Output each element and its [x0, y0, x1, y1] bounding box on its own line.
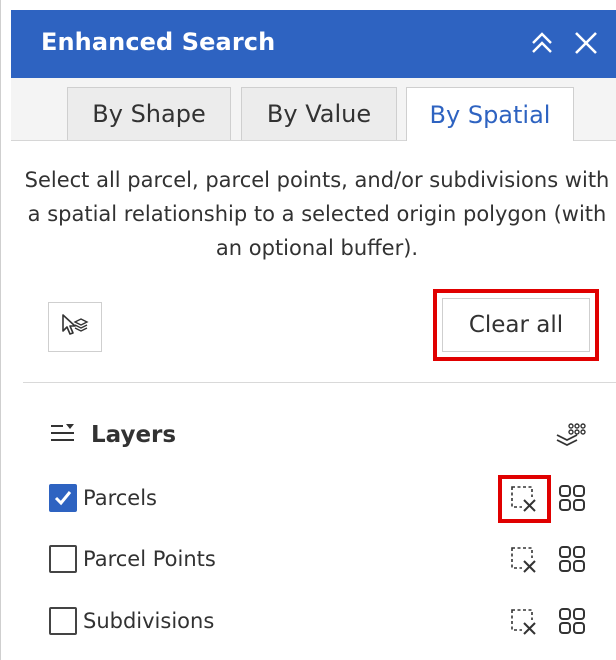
layer-row-parcel-points: Parcel Points [49, 542, 216, 576]
panel-title: Enhanced Search [41, 28, 276, 56]
list-collapse-icon[interactable] [49, 421, 77, 450]
grid-icon[interactable] [556, 482, 588, 514]
clear-all-button[interactable]: Clear all [442, 298, 590, 352]
layer-row-parcels: Parcels [49, 481, 157, 515]
enhanced-search-panel: Enhanced Search By Shape By Value By Spa… [0, 0, 616, 660]
layers-heading: Layers [91, 422, 177, 448]
panel-header: Enhanced Search [11, 10, 616, 78]
clear-selection-icon[interactable] [508, 606, 540, 638]
tab-by-value[interactable]: By Value [241, 87, 397, 140]
grid-icon[interactable] [556, 543, 588, 575]
close-icon[interactable] [569, 26, 603, 60]
double-chevron-up-icon[interactable] [525, 26, 559, 60]
tab-by-shape[interactable]: By Shape [67, 87, 231, 140]
layer-label-subdivisions: Subdivisions [83, 609, 215, 633]
select-features-icon [60, 312, 90, 343]
clear-selection-icon[interactable] [508, 544, 540, 576]
parcels-checkbox[interactable] [49, 484, 77, 512]
select-features-button[interactable] [48, 302, 102, 352]
tab-by-spatial[interactable]: By Spatial [406, 87, 574, 141]
layer-options-icon[interactable] [554, 420, 586, 452]
tab-bar: By Shape By Value By Spatial [11, 78, 616, 141]
grid-icon[interactable] [556, 605, 588, 637]
section-divider [23, 382, 616, 383]
subdivisions-checkbox[interactable] [49, 607, 77, 635]
layer-row-subdivisions: Subdivisions [49, 604, 214, 638]
layer-label-parcels: Parcels [83, 486, 158, 510]
spatial-search-description: Select all parcel, parcel points, and/or… [24, 168, 610, 260]
layers-header: Layers [49, 418, 176, 452]
layer-label-parcel-points: Parcel Points [83, 547, 216, 571]
clear-selection-icon[interactable] [508, 483, 540, 515]
parcel-points-checkbox[interactable] [49, 545, 77, 573]
